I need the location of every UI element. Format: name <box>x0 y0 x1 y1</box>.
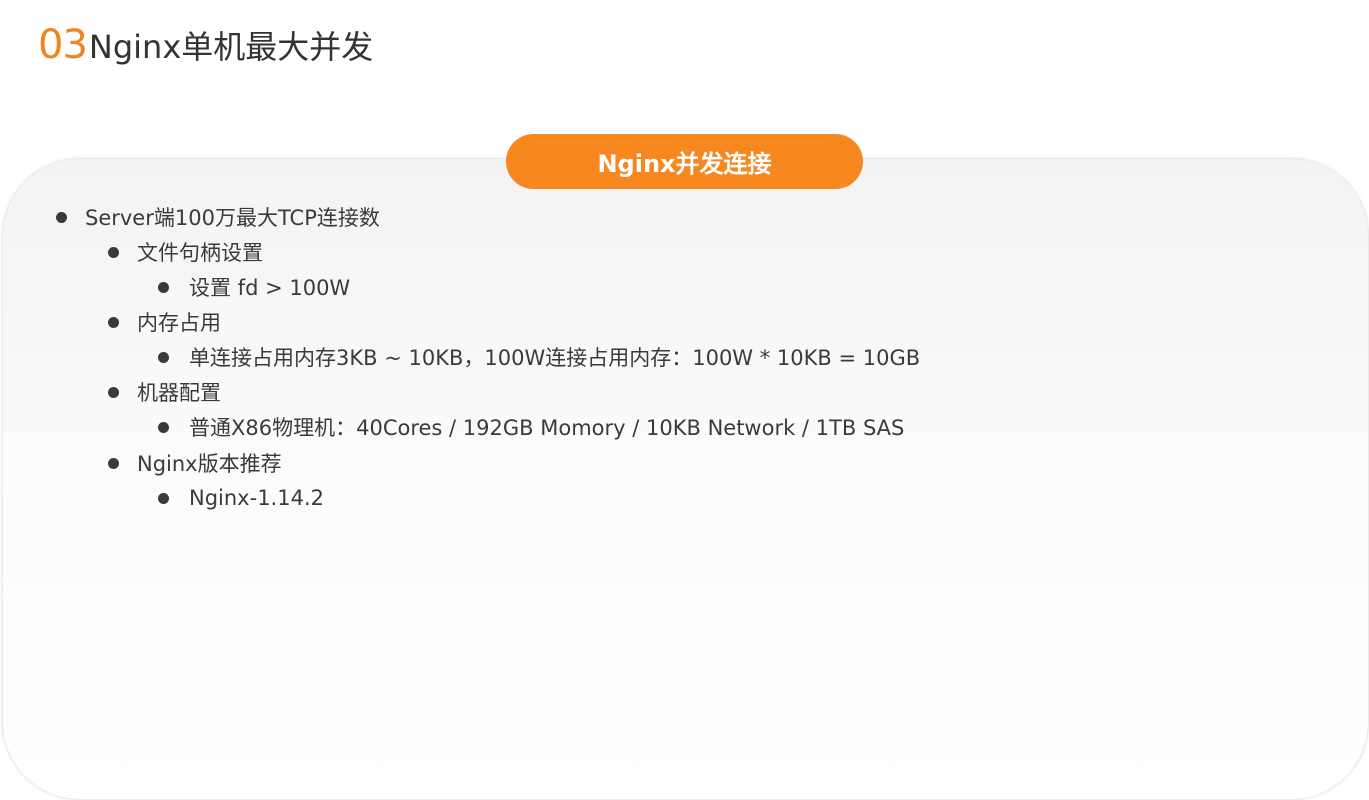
bullet-item-machine-config: 机器配置 <box>108 377 221 407</box>
bullet-item-machine-spec: 普通X86物理机：40Cores / 192GB Momory / 10KB N… <box>158 412 904 442</box>
bullet-item-server-connections: Server端100万最大TCP连接数 <box>56 202 380 232</box>
bullet-icon <box>158 421 169 433</box>
bullet-icon <box>108 457 119 469</box>
bullet-item-file-handles: 文件句柄设置 <box>108 237 263 267</box>
bullet-text: 机器配置 <box>137 381 221 405</box>
slide-title: 03 Nginx单机最大并发 <box>38 22 373 72</box>
bullet-text: Nginx-1.14.2 <box>189 486 324 510</box>
page-title: Nginx单机最大并发 <box>88 28 374 66</box>
bullet-icon <box>56 211 67 223</box>
bullet-item-nginx-version-value: Nginx-1.14.2 <box>158 483 324 513</box>
bullet-icon <box>158 281 169 293</box>
bullet-text: 设置 fd > 100W <box>189 276 351 300</box>
bullet-item-memory-usage: 内存占用 <box>108 307 221 337</box>
bullet-icon <box>108 246 119 258</box>
section-number: 03 <box>38 22 88 68</box>
bullet-text: 单连接占用内存3KB ~ 10KB，100W连接占用内存：100W * 10KB… <box>189 346 921 370</box>
bullet-icon <box>108 386 119 398</box>
bullet-item-memory-detail: 单连接占用内存3KB ~ 10KB，100W连接占用内存：100W * 10KB… <box>158 342 920 372</box>
section-heading-badge: Nginx并发连接 <box>506 134 863 189</box>
bullet-text: 普通X86物理机：40Cores / 192GB Momory / 10KB N… <box>189 416 905 440</box>
bullet-icon <box>158 351 169 363</box>
bullet-text: Nginx版本推荐 <box>137 452 282 476</box>
bullet-icon <box>108 316 119 328</box>
bullet-item-nginx-version: Nginx版本推荐 <box>108 448 282 478</box>
bullet-text: Server端100万最大TCP连接数 <box>85 206 380 230</box>
bullet-item-fd-setting: 设置 fd > 100W <box>158 272 350 302</box>
bullet-icon <box>158 492 169 504</box>
bullet-text: 内存占用 <box>137 311 221 335</box>
bullet-text: 文件句柄设置 <box>137 241 263 265</box>
